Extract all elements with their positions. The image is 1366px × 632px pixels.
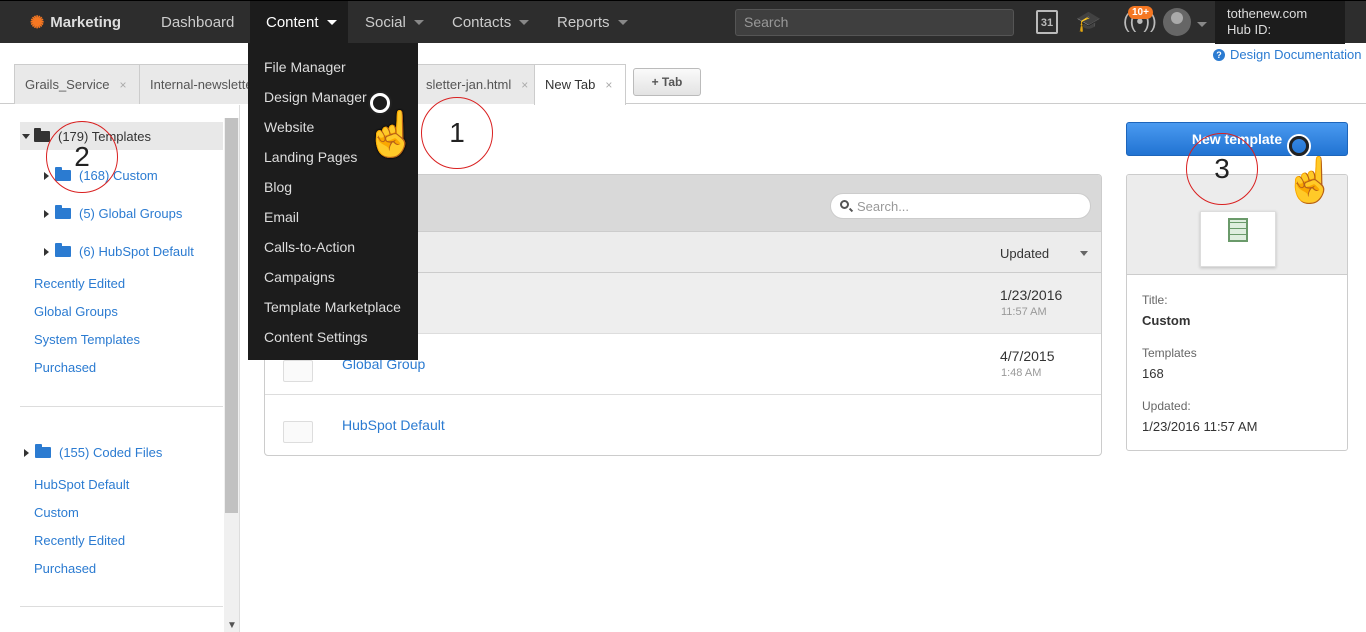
pointing-hand-icon: ☝: [1283, 156, 1338, 205]
nav-social[interactable]: Social: [349, 1, 440, 44]
folder-icon: [55, 243, 71, 257]
template-icon: [1228, 218, 1248, 242]
add-tab-button[interactable]: + Tab: [633, 68, 701, 96]
tree-root-coded-files[interactable]: (155) Coded Files: [24, 444, 162, 460]
close-icon[interactable]: ×: [605, 78, 612, 92]
updated-value: 1/23/2016 11:57 AM: [1142, 419, 1258, 434]
help-icon: ?: [1213, 48, 1225, 61]
pointing-hand-icon: ☝: [364, 110, 419, 159]
title-value: Custom: [1142, 313, 1191, 328]
app-name: Marketing: [50, 14, 122, 31]
tab-new-tab[interactable]: New Tab ×: [534, 64, 626, 105]
folder-icon: [34, 127, 50, 142]
row-date: 4/7/2015: [1000, 348, 1055, 364]
chevron-down-icon[interactable]: [1197, 22, 1207, 27]
folder-icon: [283, 360, 313, 382]
folder-info-card: Title: Custom Templates 168 Updated: 1/2…: [1126, 174, 1348, 451]
hubspot-logo-icon: ✺: [30, 12, 45, 32]
menu-item-email[interactable]: Email: [248, 202, 418, 232]
folder-icon: [35, 444, 51, 458]
chevron-down-icon: [617, 20, 628, 25]
nav-content[interactable]: Content: [250, 1, 348, 44]
content-dropdown-menu: File Manager Design Manager Website Land…: [248, 43, 418, 360]
updated-label: Updated:: [1142, 399, 1191, 413]
search-icon: [840, 200, 849, 209]
tab-grails-service[interactable]: Grails_Service ×: [14, 64, 140, 104]
sidebar-divider: [20, 406, 223, 407]
design-documentation-link[interactable]: ? Design Documentation: [1213, 47, 1362, 62]
hub-id-label: Hub ID:: [1227, 22, 1272, 37]
collapsed-triangle-icon[interactable]: [44, 209, 49, 218]
nav-reports[interactable]: Reports: [541, 1, 644, 44]
academy-icon[interactable]: 🎓: [1076, 9, 1101, 34]
row-date: 1/23/2016: [1000, 287, 1063, 303]
tree-folder-hubspot-default[interactable]: (6) HubSpot Default: [44, 243, 194, 259]
folder-icon: [283, 421, 313, 443]
close-icon[interactable]: ×: [521, 78, 528, 92]
menu-item-template-marketplace[interactable]: Template Marketplace: [248, 292, 418, 322]
menu-item-calls-to-action[interactable]: Calls-to-Action: [248, 232, 418, 262]
global-search-input[interactable]: Search: [735, 9, 1014, 36]
collapsed-triangle-icon[interactable]: [44, 171, 49, 180]
notification-badge: 10+: [1128, 6, 1153, 19]
nav-contacts[interactable]: Contacts: [436, 1, 545, 44]
calendar-icon[interactable]: 31: [1036, 10, 1058, 34]
avatar[interactable]: [1163, 8, 1191, 36]
sidebar-coded-custom[interactable]: Custom: [34, 505, 79, 520]
sort-arrow-icon[interactable]: [1080, 251, 1088, 256]
folder-icon: [55, 205, 71, 219]
title-label: Title:: [1142, 293, 1168, 307]
collapsed-triangle-icon[interactable]: [24, 448, 29, 457]
chevron-down-icon: [326, 20, 337, 25]
chevron-down-icon: [519, 20, 530, 25]
annotation-step-3: 3: [1186, 133, 1258, 205]
table-row[interactable]: HubSpot Default: [265, 395, 1101, 455]
tab-internal-newsletter[interactable]: Internal-newsletter: [139, 64, 251, 104]
sidebar-link-system-templates[interactable]: System Templates: [34, 332, 140, 347]
collapsed-triangle-icon[interactable]: [44, 247, 49, 256]
sidebar-link-global-groups[interactable]: Global Groups: [34, 304, 118, 319]
expanded-triangle-icon[interactable]: [22, 133, 30, 139]
menu-item-content-settings[interactable]: Content Settings: [248, 322, 418, 352]
menu-item-blog[interactable]: Blog: [248, 172, 418, 202]
annotation-step-2: 2: [46, 121, 118, 193]
account-menu[interactable]: tothenew.com Hub ID:: [1215, 1, 1345, 44]
close-icon[interactable]: ×: [120, 78, 127, 92]
sidebar-coded-purchased[interactable]: Purchased: [34, 561, 96, 576]
annotation-step-1: 1: [421, 97, 493, 169]
sidebar-link-recently-edited[interactable]: Recently Edited: [34, 276, 125, 291]
sidebar-coded-hubspot-default[interactable]: HubSpot Default: [34, 477, 129, 492]
menu-item-file-manager[interactable]: File Manager: [248, 52, 418, 82]
templates-value: 168: [1142, 366, 1164, 381]
nav-dashboard[interactable]: Dashboard: [145, 1, 250, 44]
menu-item-campaigns[interactable]: Campaigns: [248, 262, 418, 292]
tab-newsletter-jan[interactable]: sletter-jan.html ×: [415, 64, 535, 104]
row-time: 1:48 AM: [1001, 367, 1042, 379]
account-name: tothenew.com: [1227, 6, 1308, 21]
scroll-down-icon[interactable]: ▼: [227, 620, 237, 631]
sidebar-scroll-thumb[interactable]: [225, 118, 238, 513]
chevron-down-icon: [413, 20, 424, 25]
updated-column-header[interactable]: Updated: [1000, 246, 1049, 261]
sidebar-divider: [20, 606, 223, 607]
tree-folder-global-groups[interactable]: (5) Global Groups: [44, 205, 182, 221]
sidebar-coded-recently-edited[interactable]: Recently Edited: [34, 533, 125, 548]
list-search-input[interactable]: Search...: [830, 193, 1091, 219]
sidebar-link-purchased[interactable]: Purchased: [34, 360, 96, 375]
top-navigation-bar: ✺ Marketing Dashboard Content Social Con…: [0, 0, 1366, 44]
tap-indicator-icon: [1289, 136, 1309, 156]
templates-label: Templates: [1142, 346, 1197, 360]
folder-card: [1200, 211, 1276, 267]
row-time: 11:57 AM: [1001, 306, 1047, 318]
row-name[interactable]: HubSpot Default: [342, 417, 445, 433]
brand[interactable]: ✺ Marketing: [30, 1, 121, 44]
